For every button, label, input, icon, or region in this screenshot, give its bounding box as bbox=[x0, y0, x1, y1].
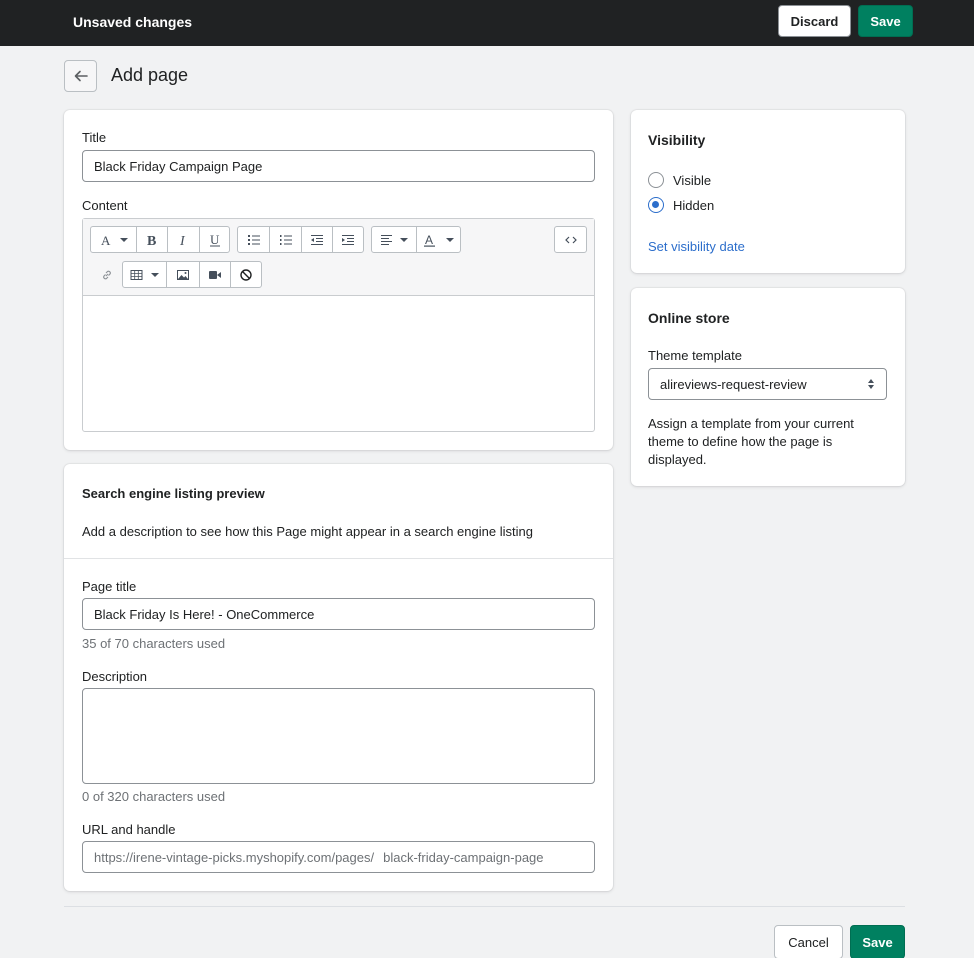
url-label: URL and handle bbox=[82, 822, 176, 837]
link-icon bbox=[102, 270, 111, 279]
numbered-list-icon bbox=[279, 234, 292, 245]
title-label: Title bbox=[82, 130, 107, 145]
page-content-card: Title Black Friday Campaign Page Content… bbox=[64, 110, 613, 450]
select-arrows-icon bbox=[868, 379, 874, 389]
discard-button[interactable]: Discard bbox=[778, 5, 851, 37]
hidden-label: Hidden bbox=[673, 197, 715, 213]
editor-toolbar: A B I U A bbox=[83, 219, 594, 296]
italic-button[interactable]: I bbox=[168, 227, 200, 252]
image-button[interactable] bbox=[167, 262, 200, 287]
footer-divider bbox=[64, 906, 905, 907]
hidden-radio[interactable] bbox=[648, 197, 664, 213]
visible-label: Visible bbox=[673, 172, 712, 188]
contextual-save-bar: Unsaved changes Discard Save bbox=[0, 0, 974, 46]
clear-format-icon bbox=[240, 268, 252, 281]
url-prefix: https://irene-vintage-picks.myshopify.co… bbox=[94, 849, 375, 865]
align-dropdown[interactable] bbox=[372, 227, 417, 252]
visibility-option-hidden[interactable]: Hidden bbox=[648, 197, 714, 213]
link-button[interactable] bbox=[91, 261, 122, 288]
font-dropdown[interactable]: A bbox=[91, 227, 137, 252]
set-visibility-date-link[interactable]: Set visibility date bbox=[648, 239, 745, 254]
svg-text:A: A bbox=[425, 233, 433, 247]
unsaved-changes-title: Unsaved changes bbox=[73, 14, 193, 30]
seo-card: Search engine listing preview Add a desc… bbox=[64, 464, 613, 891]
page-title-label: Page title bbox=[82, 579, 137, 594]
save-button[interactable]: Save bbox=[858, 5, 913, 37]
format-group: A B I U bbox=[90, 226, 230, 253]
text-color-dropdown[interactable]: A bbox=[417, 227, 460, 252]
list-group bbox=[237, 226, 364, 253]
svg-text:U: U bbox=[210, 233, 220, 247]
align-icon bbox=[381, 234, 408, 245]
theme-template-select[interactable]: alireviews-request-review bbox=[648, 368, 887, 400]
image-icon bbox=[177, 269, 189, 280]
underline-icon: U bbox=[209, 233, 220, 247]
video-button[interactable] bbox=[200, 262, 231, 287]
back-button[interactable] bbox=[64, 60, 97, 92]
page-title: Add page bbox=[111, 65, 189, 85]
seo-divider bbox=[64, 558, 613, 559]
description-label: Description bbox=[82, 669, 148, 684]
description-textarea[interactable] bbox=[82, 688, 595, 784]
table-icon bbox=[130, 269, 159, 280]
align-group: A bbox=[371, 226, 461, 253]
html-icon bbox=[564, 236, 577, 243]
bold-icon: B bbox=[147, 234, 156, 247]
clear-format-button[interactable] bbox=[231, 262, 261, 287]
bullet-list-icon bbox=[247, 234, 260, 245]
svg-text:I: I bbox=[179, 234, 186, 247]
theme-template-label: Theme template bbox=[648, 348, 742, 363]
url-handle: black-friday-campaign-page bbox=[383, 849, 544, 865]
bold-button[interactable]: B bbox=[137, 227, 168, 252]
indent-icon bbox=[342, 234, 354, 245]
page-title-input[interactable]: Black Friday Is Here! - OneCommerce bbox=[82, 598, 595, 630]
seo-heading: Search engine listing preview bbox=[82, 486, 265, 501]
underline-button[interactable]: U bbox=[200, 227, 229, 252]
font-icon: A bbox=[101, 233, 128, 247]
description-char-count: 0 of 320 characters used bbox=[82, 789, 226, 804]
numbered-list-button[interactable] bbox=[270, 227, 302, 252]
visibility-card: Visibility Visible Hidden Set visibility… bbox=[631, 110, 905, 273]
text-color-icon: A bbox=[423, 233, 454, 247]
visible-radio[interactable] bbox=[648, 172, 664, 188]
outdent-icon bbox=[311, 234, 323, 245]
visibility-option-visible[interactable]: Visible bbox=[648, 172, 711, 188]
indent-button[interactable] bbox=[333, 227, 363, 252]
html-group bbox=[554, 226, 587, 253]
content-label: Content bbox=[82, 198, 128, 213]
footer-save-button[interactable]: Save bbox=[850, 925, 905, 958]
bullet-list-button[interactable] bbox=[238, 227, 270, 252]
svg-text:B: B bbox=[147, 234, 156, 247]
italic-icon: I bbox=[179, 234, 186, 247]
online-store-card: Online store Theme template alireviews-r… bbox=[631, 288, 905, 486]
theme-template-value: alireviews-request-review bbox=[660, 376, 807, 392]
insert-group bbox=[122, 261, 262, 288]
seo-description: Add a description to see how this Page m… bbox=[82, 524, 533, 539]
title-input[interactable]: Black Friday Campaign Page bbox=[82, 150, 595, 182]
page-title-char-count: 35 of 70 characters used bbox=[82, 636, 226, 651]
visibility-heading: Visibility bbox=[648, 132, 706, 148]
svg-text:A: A bbox=[101, 233, 111, 247]
theme-template-help: Assign a template from your current them… bbox=[648, 416, 854, 467]
video-icon bbox=[209, 270, 221, 279]
arrow-left-icon bbox=[74, 70, 88, 82]
html-button[interactable] bbox=[555, 227, 586, 252]
url-handle-input[interactable]: https://irene-vintage-picks.myshopify.co… bbox=[82, 841, 595, 873]
table-dropdown[interactable] bbox=[123, 262, 167, 287]
rich-text-editor: A B I U A bbox=[82, 218, 595, 432]
cancel-button[interactable]: Cancel bbox=[774, 925, 843, 958]
editor-body[interactable] bbox=[83, 296, 594, 431]
online-store-heading: Online store bbox=[648, 310, 730, 326]
outdent-button[interactable] bbox=[302, 227, 333, 252]
